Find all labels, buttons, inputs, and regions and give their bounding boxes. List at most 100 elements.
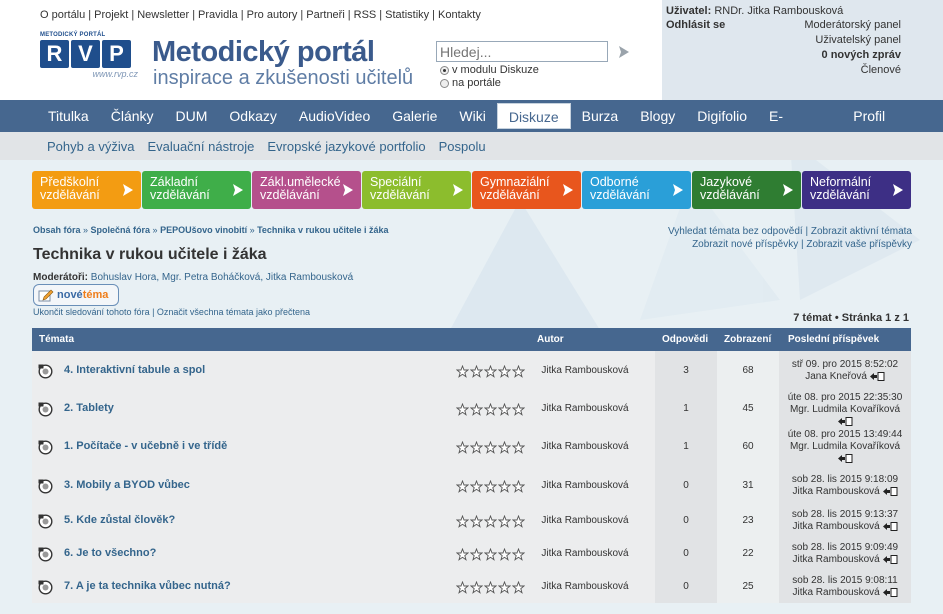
mark-read-link[interactable]: Označit všechna témata jako přečtena [157, 307, 310, 317]
star-icon[interactable] [470, 581, 483, 594]
unwatch-forum-link[interactable]: Ukončit sledování tohoto fóra [33, 307, 150, 317]
members-link[interactable]: Členové [861, 64, 901, 76]
your-posts-link[interactable]: Zobrazit vaše příspěvky [806, 239, 912, 250]
search-scope-module[interactable]: v modulu Diskuze [440, 64, 539, 76]
go-to-post-icon[interactable] [882, 587, 898, 597]
nav-dum[interactable]: DUM [165, 103, 219, 129]
portal-title[interactable]: Metodický portál [152, 36, 375, 69]
last-post-user[interactable]: Jitka Rambousková [792, 554, 879, 565]
top-link[interactable]: Projekt [94, 9, 128, 21]
category-button[interactable]: Neformální vzdělávání [802, 171, 911, 209]
top-link[interactable]: Statistiky [385, 9, 429, 21]
unanswered-link[interactable]: Vyhledat témata bez odpovědí [668, 226, 803, 237]
star-icon[interactable] [498, 403, 511, 416]
user-name[interactable]: RNDr. Jitka Rambousková [714, 5, 843, 17]
go-to-post-icon[interactable] [882, 521, 898, 531]
nav-diskuze[interactable]: Diskuze [496, 103, 571, 129]
moderator-panel-link[interactable]: Moderátorský panel [804, 19, 901, 31]
topic-author[interactable]: Jitka Rambousková [518, 403, 652, 414]
nav-clanky[interactable]: Články [100, 103, 165, 129]
search-input[interactable] [436, 41, 608, 62]
star-icon[interactable] [470, 548, 483, 561]
topic-title-link[interactable]: 6. Je to všechno? [64, 547, 156, 559]
top-link[interactable]: Newsletter [137, 9, 189, 21]
new-topic-button[interactable]: novétéma [33, 284, 119, 306]
subnav-portfolio[interactable]: Evropské jazykové portfolio [267, 139, 425, 154]
topic-title-link[interactable]: 3. Mobily a BYOD vůbec [64, 479, 190, 491]
last-post-user[interactable]: Jitka Rambousková [792, 486, 879, 497]
category-button[interactable]: Základní vzdělávání [142, 171, 251, 209]
messages-link[interactable]: 0 nových zpráv [822, 49, 901, 61]
nav-elearning[interactable]: E-learning [758, 103, 842, 150]
topic-author[interactable]: Jitka Rambousková [518, 365, 652, 376]
star-icon[interactable] [470, 441, 483, 454]
go-to-post-icon[interactable] [837, 453, 853, 463]
star-icon[interactable] [498, 441, 511, 454]
top-link[interactable]: Partneři [306, 9, 345, 21]
nav-digifolio[interactable]: Digifolio [686, 103, 758, 129]
moderators-list[interactable]: Bohuslav Hora, Mgr. Petra Boháčková, Jit… [91, 272, 353, 283]
top-link[interactable]: Pro autory [247, 9, 298, 21]
nav-odkazy[interactable]: Odkazy [218, 103, 287, 129]
go-to-post-icon[interactable] [882, 554, 898, 564]
star-icon[interactable] [484, 548, 497, 561]
star-icon[interactable] [456, 365, 469, 378]
star-icon[interactable] [498, 548, 511, 561]
go-to-post-icon[interactable] [869, 371, 885, 381]
radio-checked-icon[interactable] [440, 65, 449, 75]
star-icon[interactable] [498, 480, 511, 493]
breadcrumb-item[interactable]: Obsah fóra [33, 225, 81, 235]
logout-link[interactable]: Odhlásit se [666, 19, 725, 31]
top-link[interactable]: O portálu [40, 9, 85, 21]
top-link[interactable]: RSS [354, 9, 377, 21]
nav-burza[interactable]: Burza [571, 103, 630, 129]
rvp-logo[interactable]: METODICKÝ PORTÁL R V P www.rvp.cz [40, 32, 138, 84]
nav-wiki[interactable]: Wiki [448, 103, 496, 129]
topic-title-link[interactable]: 2. Tablety [64, 402, 114, 414]
nav-audiovideo[interactable]: AudioVideo [288, 103, 381, 129]
star-icon[interactable] [484, 365, 497, 378]
star-icon[interactable] [470, 403, 483, 416]
topic-title-link[interactable]: 7. A je ta technika vůbec nutná? [64, 580, 231, 592]
star-icon[interactable] [484, 515, 497, 528]
new-posts-link[interactable]: Zobrazit nové příspěvky [692, 239, 798, 250]
category-button[interactable]: Gymnaziální vzdělávání [472, 171, 581, 209]
star-icon[interactable] [498, 365, 511, 378]
radio-unchecked-icon[interactable] [440, 78, 449, 88]
go-to-post-icon[interactable] [837, 416, 853, 426]
last-post-user[interactable]: Mgr. Ludmila Kovaříková [790, 441, 900, 452]
nav-titulka[interactable]: Titulka [37, 103, 100, 129]
user-panel-link[interactable]: Uživatelský panel [815, 34, 901, 46]
star-icon[interactable] [456, 480, 469, 493]
nav-profil-skola[interactable]: Profil Škola21 [842, 103, 943, 154]
category-button[interactable]: Předškolní vzdělávání [32, 171, 141, 209]
category-button[interactable]: Jazykové vzdělávání [692, 171, 801, 209]
star-icon[interactable] [470, 515, 483, 528]
star-icon[interactable] [484, 403, 497, 416]
star-icon[interactable] [484, 581, 497, 594]
topic-author[interactable]: Jitka Rambousková [518, 548, 652, 559]
go-to-post-icon[interactable] [882, 486, 898, 496]
subnav-evaluace[interactable]: Evaluační nástroje [147, 139, 254, 154]
star-icon[interactable] [498, 515, 511, 528]
breadcrumb-item[interactable]: PEPOUšovo vinobití [160, 225, 247, 235]
topic-author[interactable]: Jitka Rambousková [518, 441, 652, 452]
topic-author[interactable]: Jitka Rambousková [518, 581, 652, 592]
nav-blogy[interactable]: Blogy [629, 103, 686, 129]
star-icon[interactable] [498, 581, 511, 594]
star-icon[interactable] [484, 480, 497, 493]
star-icon[interactable] [456, 403, 469, 416]
last-post-user[interactable]: Jitka Rambousková [792, 587, 879, 598]
topic-author[interactable]: Jitka Rambousková [518, 480, 652, 491]
search-go-icon[interactable] [617, 45, 631, 59]
top-link[interactable]: Kontakty [438, 9, 481, 21]
nav-galerie[interactable]: Galerie [381, 103, 448, 129]
last-post-user[interactable]: Jitka Rambousková [792, 521, 879, 532]
top-link[interactable]: Pravidla [198, 9, 238, 21]
breadcrumb-item[interactable]: Společná fóra [91, 225, 151, 235]
star-icon[interactable] [456, 581, 469, 594]
last-post-user[interactable]: Jana Kneřová [805, 371, 867, 382]
subnav-pospolu[interactable]: Pospolu [439, 139, 486, 154]
topic-title-link[interactable]: 1. Počítače - v učebně i ve třídě [64, 440, 227, 452]
breadcrumb-current[interactable]: Technika v rukou učitele i žáka [257, 225, 388, 235]
